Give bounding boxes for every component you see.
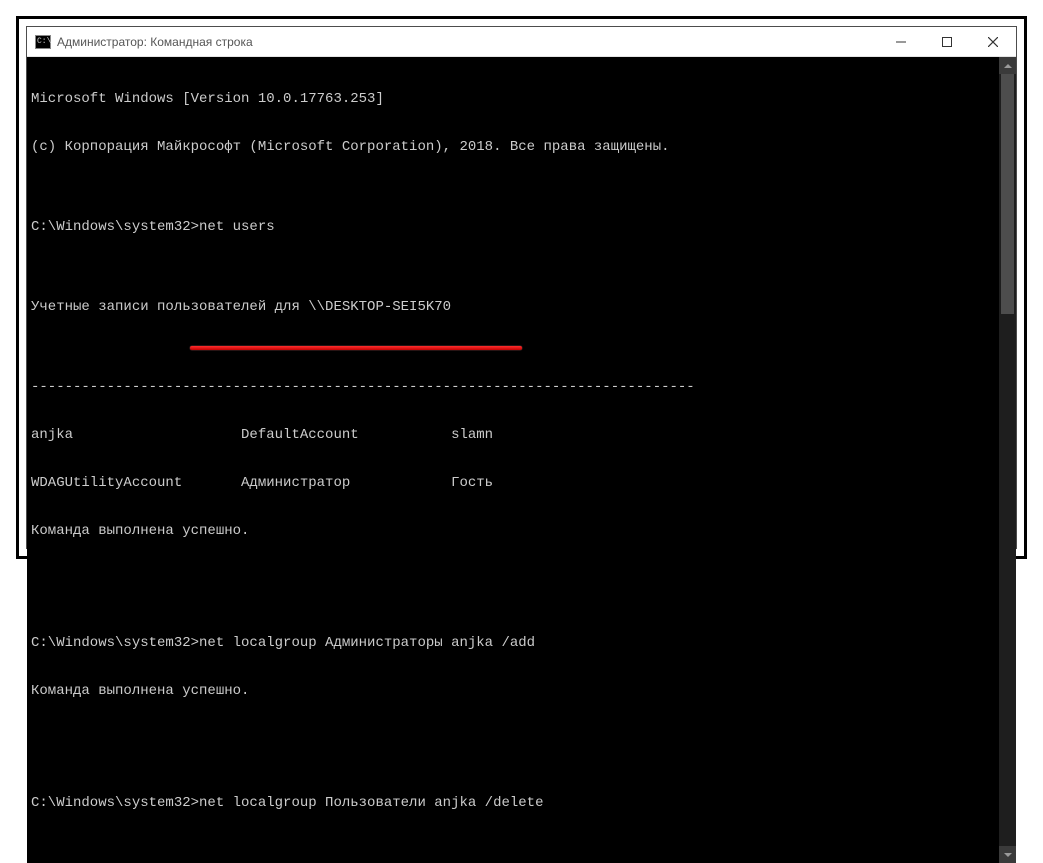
- vertical-scrollbar[interactable]: [999, 57, 1016, 863]
- terminal-line: Команда выполнена успешно.: [31, 683, 995, 699]
- client-area: Microsoft Windows [Version 10.0.17763.25…: [27, 57, 1016, 863]
- close-button[interactable]: [970, 27, 1016, 57]
- cmd-icon: [35, 35, 51, 49]
- window-title: Администратор: Командная строка: [57, 35, 253, 49]
- terminal-line: ----------------------------------------…: [31, 379, 995, 395]
- terminal-line: (c) Корпорация Майкрософт (Microsoft Cor…: [31, 139, 995, 155]
- scroll-down-button[interactable]: [999, 846, 1016, 863]
- terminal-line: WDAGUtilityAccount Администратор Гость: [31, 475, 995, 491]
- terminal-line: C:\Windows\system32>net localgroup Админ…: [31, 635, 995, 651]
- maximize-button[interactable]: [924, 27, 970, 57]
- terminal-output[interactable]: Microsoft Windows [Version 10.0.17763.25…: [27, 57, 999, 863]
- title-left: Администратор: Командная строка: [27, 35, 253, 49]
- scrollbar-track[interactable]: [999, 74, 1016, 846]
- terminal-line: C:\Windows\system32>net localgroup Польз…: [31, 795, 995, 811]
- terminal-line: Учетные записи пользователей для \\DESKT…: [31, 299, 995, 315]
- minimize-button[interactable]: [878, 27, 924, 57]
- chevron-up-icon: [1004, 62, 1012, 70]
- screenshot-frame: Администратор: Командная строка Microsof…: [16, 16, 1027, 559]
- terminal-line: C:\Windows\system32>net users: [31, 219, 995, 235]
- maximize-icon: [942, 37, 952, 47]
- close-icon: [988, 37, 998, 47]
- annotation-underline: [190, 346, 522, 350]
- chevron-down-icon: [1004, 851, 1012, 859]
- scroll-up-button[interactable]: [999, 57, 1016, 74]
- cmd-window: Администратор: Командная строка Microsof…: [26, 26, 1017, 549]
- scrollbar-thumb[interactable]: [1001, 74, 1014, 314]
- terminal-line: Команда выполнена успешно.: [31, 523, 995, 539]
- titlebar[interactable]: Администратор: Командная строка: [27, 27, 1016, 57]
- terminal-line: anjka DefaultAccount slamn: [31, 427, 995, 443]
- minimize-icon: [896, 37, 906, 47]
- terminal-line: Microsoft Windows [Version 10.0.17763.25…: [31, 91, 995, 107]
